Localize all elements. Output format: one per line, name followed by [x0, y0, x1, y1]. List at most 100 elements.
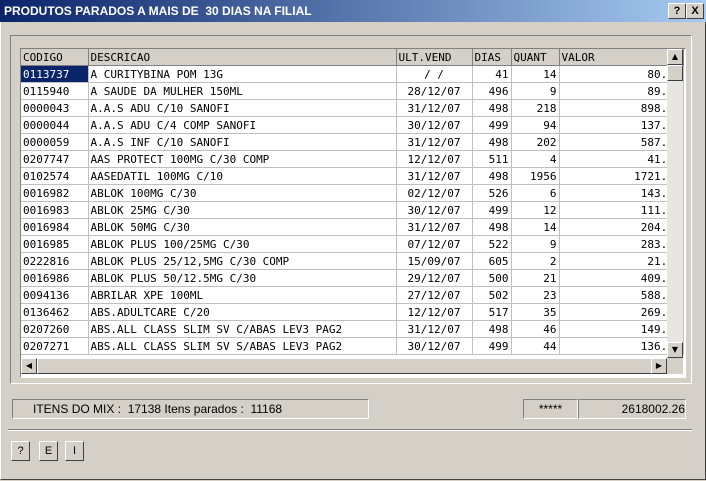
cell-quant[interactable]: 4: [511, 150, 560, 168]
cell-quant[interactable]: 21: [511, 269, 560, 287]
cell-valor[interactable]: 1721.28: [559, 167, 684, 185]
help-title-button[interactable]: ?: [668, 3, 686, 19]
cell-ult-vend[interactable]: 15/09/07: [396, 252, 473, 270]
table-row[interactable]: 0000044 A.A.S ADU C/4 COMP SANOFI 30/12/07…: [21, 116, 684, 134]
table-row[interactable]: 0113737 A CURITYBINA POM 13G / /41 14 80.92: [21, 65, 684, 83]
column-header-codigo[interactable]: CODIGO: [21, 49, 89, 66]
cell-ult-vend[interactable]: 12/12/07: [396, 303, 473, 321]
cell-valor[interactable]: 898.16: [559, 99, 684, 117]
cell-valor[interactable]: 41.48: [559, 150, 684, 168]
cell-valor[interactable]: 80.92: [559, 65, 684, 83]
cell-descricao[interactable]: ABLOK 50MG C/30: [88, 218, 397, 236]
cell-dias[interactable]: 500: [472, 269, 512, 287]
cell-quant[interactable]: 218: [511, 99, 560, 117]
scroll-down-icon[interactable]: ▼: [667, 342, 683, 358]
table-row[interactable]: 0094136 ABRILAR XPE 100ML 27/12/07 502 23 588…: [21, 286, 684, 304]
scroll-up-icon[interactable]: ▲: [667, 49, 683, 65]
cell-ult-vend[interactable]: 31/12/07: [396, 133, 473, 151]
cell-dias[interactable]: 498: [472, 99, 512, 117]
cell-codigo[interactable]: 0016985: [21, 235, 89, 253]
cell-codigo[interactable]: 0102574: [21, 167, 89, 185]
cell-quant[interactable]: 35: [511, 303, 560, 321]
cell-descricao[interactable]: ABRILAR XPE 100ML: [88, 286, 397, 304]
cell-valor[interactable]: 269.15: [559, 303, 684, 321]
help-button[interactable]: ?: [11, 441, 30, 461]
cell-ult-vend[interactable]: 31/12/07: [396, 320, 473, 338]
cell-valor[interactable]: 143.34: [559, 184, 684, 202]
cell-descricao[interactable]: A SAUDE DA MULHER 150ML: [88, 82, 397, 100]
cell-valor[interactable]: 137.24: [559, 116, 684, 134]
cell-ult-vend[interactable]: / /: [396, 65, 473, 83]
cell-ult-vend[interactable]: 29/12/07: [396, 269, 473, 287]
column-header-valor[interactable]: VALOR: [559, 49, 684, 66]
cell-descricao[interactable]: A.A.S ADU C/10 SANOFI: [88, 99, 397, 117]
cell-codigo[interactable]: 0136462: [21, 303, 89, 321]
table-row[interactable]: 0136462 ABS.ADULTCARE C/20 12/12/07 517 35 26…: [21, 303, 684, 321]
table-row[interactable]: 0102574 AASEDATIL 100MG C/10 31/12/07 498 19…: [21, 167, 684, 185]
cell-dias[interactable]: 511: [472, 150, 512, 168]
cell-dias[interactable]: 517: [472, 303, 512, 321]
cell-quant[interactable]: 6: [511, 184, 560, 202]
cell-valor[interactable]: 21.14: [559, 252, 684, 270]
table-row[interactable]: 0016986 ABLOK PLUS 50/12.5MG C/30 29/12/07…: [21, 269, 684, 287]
cell-codigo[interactable]: 0000044: [21, 116, 89, 134]
cell-codigo[interactable]: 0207260: [21, 320, 89, 338]
cell-descricao[interactable]: A.A.S ADU C/4 COMP SANOFI: [88, 116, 397, 134]
cell-quant[interactable]: 12: [511, 201, 560, 219]
cell-codigo[interactable]: 0115940: [21, 82, 89, 100]
cell-ult-vend[interactable]: 30/12/07: [396, 116, 473, 134]
table-row[interactable]: 0000043 A.A.S ADU C/10 SANOFI 31/12/07 498 2…: [21, 99, 684, 117]
cell-valor[interactable]: 588.11: [559, 286, 684, 304]
cell-quant[interactable]: 46: [511, 320, 560, 338]
table-row[interactable]: 0207747 AAS PROTECT 100MG C/30 COMP 12/12/…: [21, 150, 684, 168]
cell-descricao[interactable]: ABLOK PLUS 50/12.5MG C/30: [88, 269, 397, 287]
table-row[interactable]: 0207271 ABS.ALL CLASS SLIM SV S/ABAS LEV3…: [21, 337, 684, 355]
table-row[interactable]: 0016983 ABLOK 25MG C/30 30/12/07 499 12 111.6…: [21, 201, 684, 219]
cell-dias[interactable]: 502: [472, 286, 512, 304]
cell-quant[interactable]: 2: [511, 252, 560, 270]
cell-valor[interactable]: 149.50: [559, 320, 684, 338]
cell-ult-vend[interactable]: 31/12/07: [396, 99, 473, 117]
cell-codigo[interactable]: 0016986: [21, 269, 89, 287]
cell-valor[interactable]: 89.37: [559, 82, 684, 100]
cell-codigo[interactable]: 0207747: [21, 150, 89, 168]
cell-valor[interactable]: 204.68: [559, 218, 684, 236]
scroll-left-icon[interactable]: ◀: [21, 358, 37, 374]
cell-codigo[interactable]: 0113737: [21, 65, 89, 83]
table-row[interactable]: 0000059 A.A.S INF C/10 SANOFI 31/12/07 498 2…: [21, 133, 684, 151]
cell-codigo[interactable]: 0016983: [21, 201, 89, 219]
cell-valor[interactable]: 136.40: [559, 337, 684, 355]
cell-ult-vend[interactable]: 30/12/07: [396, 201, 473, 219]
cell-descricao[interactable]: ABS.ALL CLASS SLIM SV C/ABAS LEV3 PAG2: [88, 320, 397, 338]
cell-codigo[interactable]: 0016984: [21, 218, 89, 236]
products-grid[interactable]: CODIGO DESCRICAO ULT.VEND DIAS QUANT VAL…: [20, 48, 686, 378]
cell-codigo[interactable]: 0000043: [21, 99, 89, 117]
cell-descricao[interactable]: A.A.S INF C/10 SANOFI: [88, 133, 397, 151]
cell-ult-vend[interactable]: 27/12/07: [396, 286, 473, 304]
cell-quant[interactable]: 94: [511, 116, 560, 134]
e-button[interactable]: E: [39, 441, 58, 461]
table-row[interactable]: 0207260 ABS.ALL CLASS SLIM SV C/ABAS LEV3…: [21, 320, 684, 338]
cell-quant[interactable]: 14: [511, 65, 560, 83]
table-row[interactable]: 0115940 A SAUDE DA MULHER 150ML 28/12/07 49…: [21, 82, 684, 100]
cell-descricao[interactable]: ABLOK 25MG C/30: [88, 201, 397, 219]
cell-valor[interactable]: 283.32: [559, 235, 684, 253]
cell-ult-vend[interactable]: 28/12/07: [396, 82, 473, 100]
table-row[interactable]: 0016985 ABLOK PLUS 100/25MG C/30 07/12/07 5…: [21, 235, 684, 253]
cell-quant[interactable]: 202: [511, 133, 560, 151]
cell-descricao[interactable]: ABLOK PLUS 25/12,5MG C/30 COMP: [88, 252, 397, 270]
cell-ult-vend[interactable]: 07/12/07: [396, 235, 473, 253]
column-header-ult-vend[interactable]: ULT.VEND: [396, 49, 473, 66]
cell-dias[interactable]: 498: [472, 218, 512, 236]
column-header-descricao[interactable]: DESCRICAO: [88, 49, 397, 66]
table-row[interactable]: 0016984 ABLOK 50MG C/30 31/12/07 498 14 204.6…: [21, 218, 684, 236]
cell-quant[interactable]: 9: [511, 235, 560, 253]
cell-valor[interactable]: 409.71: [559, 269, 684, 287]
cell-descricao[interactable]: AASEDATIL 100MG C/10: [88, 167, 397, 185]
cell-quant[interactable]: 9: [511, 82, 560, 100]
cell-descricao[interactable]: ABLOK 100MG C/30: [88, 184, 397, 202]
cell-descricao[interactable]: AAS PROTECT 100MG C/30 COMP: [88, 150, 397, 168]
cell-quant[interactable]: 44: [511, 337, 560, 355]
close-button[interactable]: X: [686, 3, 704, 19]
cell-ult-vend[interactable]: 02/12/07: [396, 184, 473, 202]
